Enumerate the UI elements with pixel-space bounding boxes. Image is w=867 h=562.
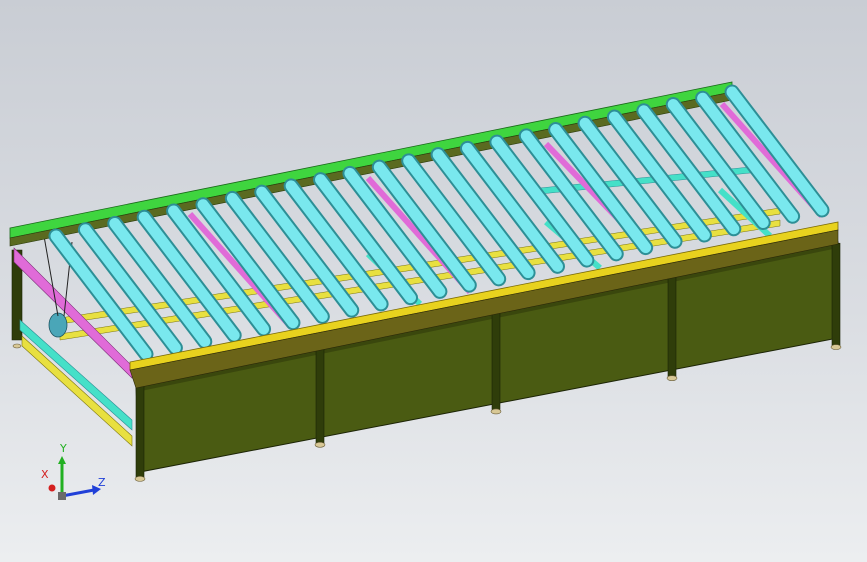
x-axis-dot [48,484,56,492]
front-post [491,312,501,410]
front-post [135,384,145,478]
axis-label-z: Z [98,476,106,489]
z-axis-arrow [61,488,95,498]
front-post [315,347,325,444]
triad-origin [58,492,66,500]
graphics-viewport[interactable]: Y X Z [0,0,867,562]
drive-motor [48,312,68,338]
axis-label-x: X [41,468,49,481]
y-axis-arrowhead [58,456,66,464]
leveling-foot [830,344,842,350]
roller-conveyor-model[interactable] [0,0,867,562]
front-post [667,276,677,377]
front-post [831,242,841,346]
axis-triad[interactable]: Y X Z [38,442,108,504]
leveling-foot [134,476,146,482]
leveling-foot [666,375,678,381]
leveling-foot [490,408,502,415]
leveling-foot [314,441,326,448]
axis-label-y: Y [60,442,67,455]
leveling-foot [12,343,22,349]
